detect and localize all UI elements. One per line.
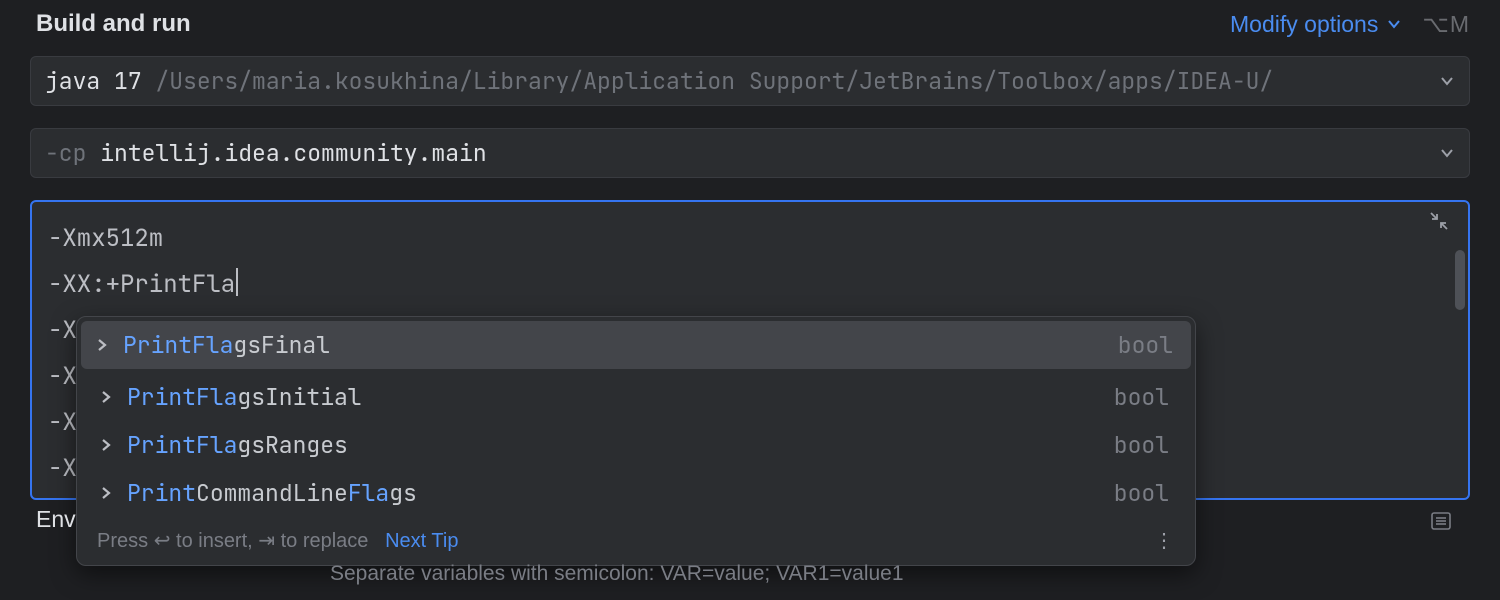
chevron-right-icon bbox=[99, 486, 113, 500]
completion-label: PrintFlagsFinal bbox=[123, 330, 1104, 360]
completion-item[interactable]: PrintFlagsRanges bool bbox=[81, 421, 1191, 469]
modify-options-shortcut: ⌥M bbox=[1422, 11, 1470, 38]
jre-path: /Users/maria.kosukhina/Library/Applicati… bbox=[155, 66, 1273, 96]
completion-popup: PrintFlagsFinal bool PrintFlagsInitial b… bbox=[76, 316, 1196, 566]
env-label-fragment: Env bbox=[36, 506, 76, 533]
classpath-flag: -cp bbox=[45, 138, 86, 168]
chevron-right-icon bbox=[99, 438, 113, 452]
completion-label: PrintCommandLineFlags bbox=[127, 478, 1100, 508]
env-hint-text: Separate variables with semicolon: VAR=v… bbox=[330, 562, 904, 586]
completion-item[interactable]: PrintCommandLineFlags bool bbox=[81, 469, 1191, 517]
completion-type: bool bbox=[1114, 382, 1169, 412]
completion-type: bool bbox=[1114, 430, 1169, 460]
completion-hint: Press ↩ to insert, ⇥ to replace Next Tip bbox=[97, 528, 458, 553]
next-tip-link[interactable]: Next Tip bbox=[385, 530, 458, 552]
list-icon[interactable] bbox=[1430, 510, 1452, 532]
jre-field[interactable]: java 17 /Users/maria.kosukhina/Library/A… bbox=[30, 56, 1470, 106]
chevron-down-icon[interactable] bbox=[1439, 145, 1455, 161]
vm-option-line: -XX:+PrintFla bbox=[48, 262, 1452, 308]
chevron-down-icon[interactable] bbox=[1439, 73, 1455, 89]
section-title: Build and run bbox=[36, 10, 191, 38]
classpath-value: intellij.idea.community.main bbox=[100, 138, 486, 168]
completion-item[interactable]: PrintFlagsFinal bool bbox=[81, 321, 1191, 369]
completion-type: bool bbox=[1114, 478, 1169, 508]
completion-footer: Press ↩ to insert, ⇥ to replace Next Tip… bbox=[77, 517, 1195, 565]
text-cursor bbox=[236, 268, 238, 296]
collapse-icon[interactable] bbox=[1430, 212, 1448, 230]
modify-options-link[interactable]: Modify options bbox=[1230, 11, 1402, 38]
modify-options-label: Modify options bbox=[1230, 11, 1378, 38]
kebab-menu-icon[interactable]: ⋮ bbox=[1154, 527, 1175, 553]
scrollbar-thumb[interactable] bbox=[1455, 250, 1465, 310]
chevron-down-icon bbox=[1386, 16, 1402, 32]
completion-label: PrintFlagsInitial bbox=[127, 382, 1100, 412]
vm-option-line: -Xmx512m bbox=[48, 216, 1452, 262]
completion-item[interactable]: PrintFlagsInitial bool bbox=[81, 373, 1191, 421]
completion-label: PrintFlagsRanges bbox=[127, 430, 1100, 460]
chevron-right-icon bbox=[99, 390, 113, 404]
completion-type: bool bbox=[1118, 330, 1173, 360]
chevron-right-icon bbox=[95, 338, 109, 352]
section-header: Build and run Modify options ⌥M bbox=[30, 10, 1470, 56]
classpath-field[interactable]: -cp intellij.idea.community.main bbox=[30, 128, 1470, 178]
jre-version: java 17 bbox=[45, 66, 142, 96]
